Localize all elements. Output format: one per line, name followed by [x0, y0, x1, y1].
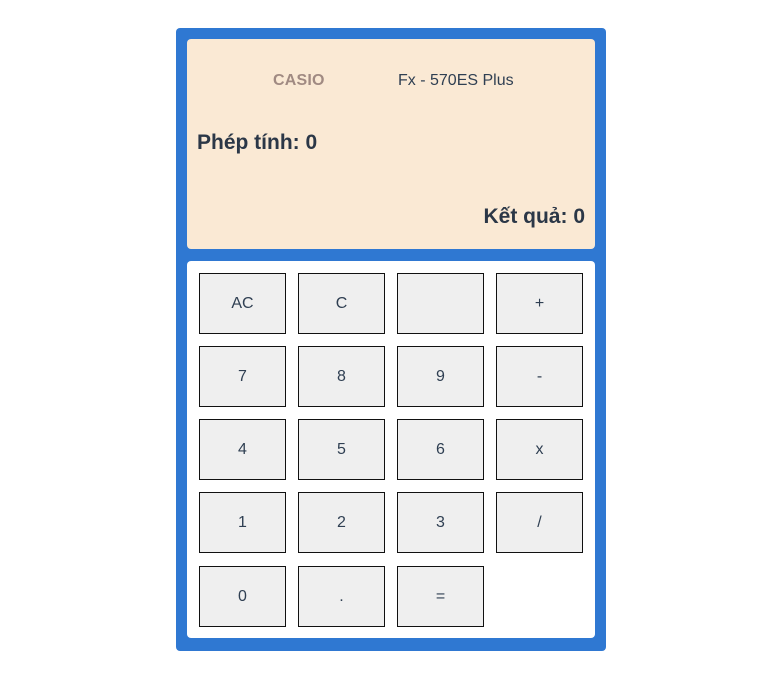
- brand-label: CASIO: [273, 72, 325, 89]
- digit-4-button[interactable]: 4: [199, 419, 286, 480]
- all-clear-button[interactable]: AC: [199, 273, 286, 334]
- expression-readout: Phép tính: 0: [197, 131, 318, 154]
- keypad: AC C + 7 8 9 - 4 5 6 x 1 2 3 / 0 . =: [187, 261, 595, 638]
- digit-5-button[interactable]: 5: [298, 419, 385, 480]
- digit-8-button[interactable]: 8: [298, 346, 385, 407]
- divide-button[interactable]: /: [496, 492, 583, 553]
- multiply-button[interactable]: x: [496, 419, 583, 480]
- calculator-display: CASIO Fx - 570ES Plus Phép tính: 0 Kết q…: [187, 39, 595, 249]
- calculator: CASIO Fx - 570ES Plus Phép tính: 0 Kết q…: [176, 28, 606, 651]
- digit-9-button[interactable]: 9: [397, 346, 484, 407]
- result-readout: Kết quả: 0: [483, 205, 585, 228]
- digit-0-button[interactable]: 0: [199, 566, 286, 627]
- minus-button[interactable]: -: [496, 346, 583, 407]
- model-label: Fx - 570ES Plus: [398, 72, 514, 89]
- decimal-point-button[interactable]: .: [298, 566, 385, 627]
- plus-button[interactable]: +: [496, 273, 583, 334]
- digit-1-button[interactable]: 1: [199, 492, 286, 553]
- digit-2-button[interactable]: 2: [298, 492, 385, 553]
- digit-7-button[interactable]: 7: [199, 346, 286, 407]
- equals-button[interactable]: =: [397, 566, 484, 627]
- digit-3-button[interactable]: 3: [397, 492, 484, 553]
- blank-button[interactable]: [397, 273, 484, 334]
- clear-button[interactable]: C: [298, 273, 385, 334]
- digit-6-button[interactable]: 6: [397, 419, 484, 480]
